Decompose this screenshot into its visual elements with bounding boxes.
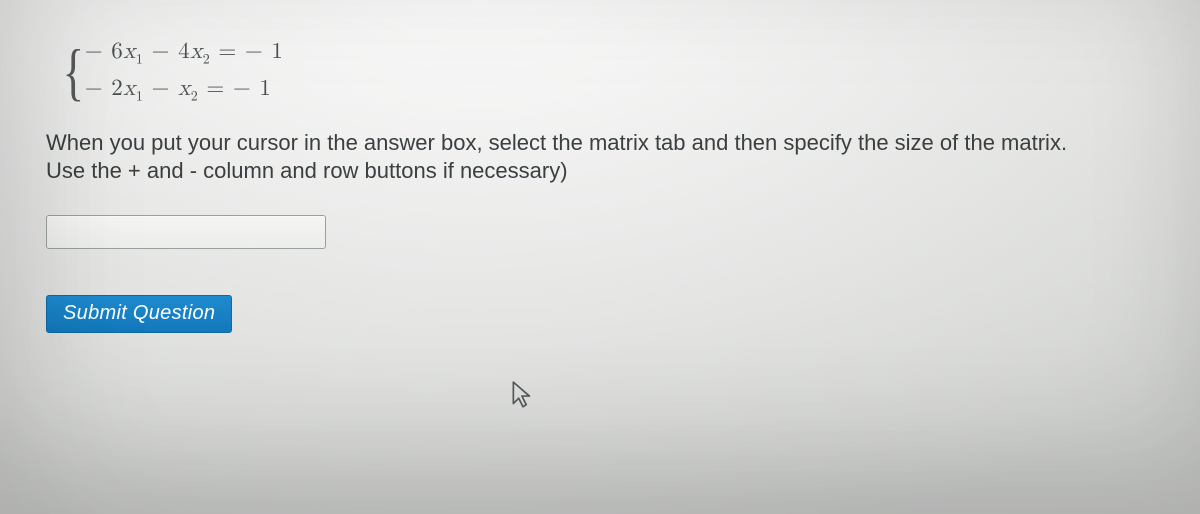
- submit-question-button[interactable]: Submit Question: [46, 295, 232, 333]
- instructions-text: When you put your cursor in the answer b…: [46, 129, 1146, 185]
- answer-input[interactable]: [46, 215, 326, 249]
- equation-line-1: − 6x1 − 4x2 = − 1: [85, 38, 284, 69]
- cursor-icon: [510, 380, 536, 415]
- left-brace-icon: {: [63, 40, 85, 104]
- instructions-line-1: When you put your cursor in the answer b…: [46, 130, 1067, 155]
- equation-line-2: − 2x1 − x2 = − 1: [85, 75, 284, 106]
- equation-system: { − 6x1 − 4x2 = − 1 − 2x1 − x2 = − 1: [58, 38, 1160, 105]
- instructions-line-2: Use the + and - column and row buttons i…: [46, 158, 568, 183]
